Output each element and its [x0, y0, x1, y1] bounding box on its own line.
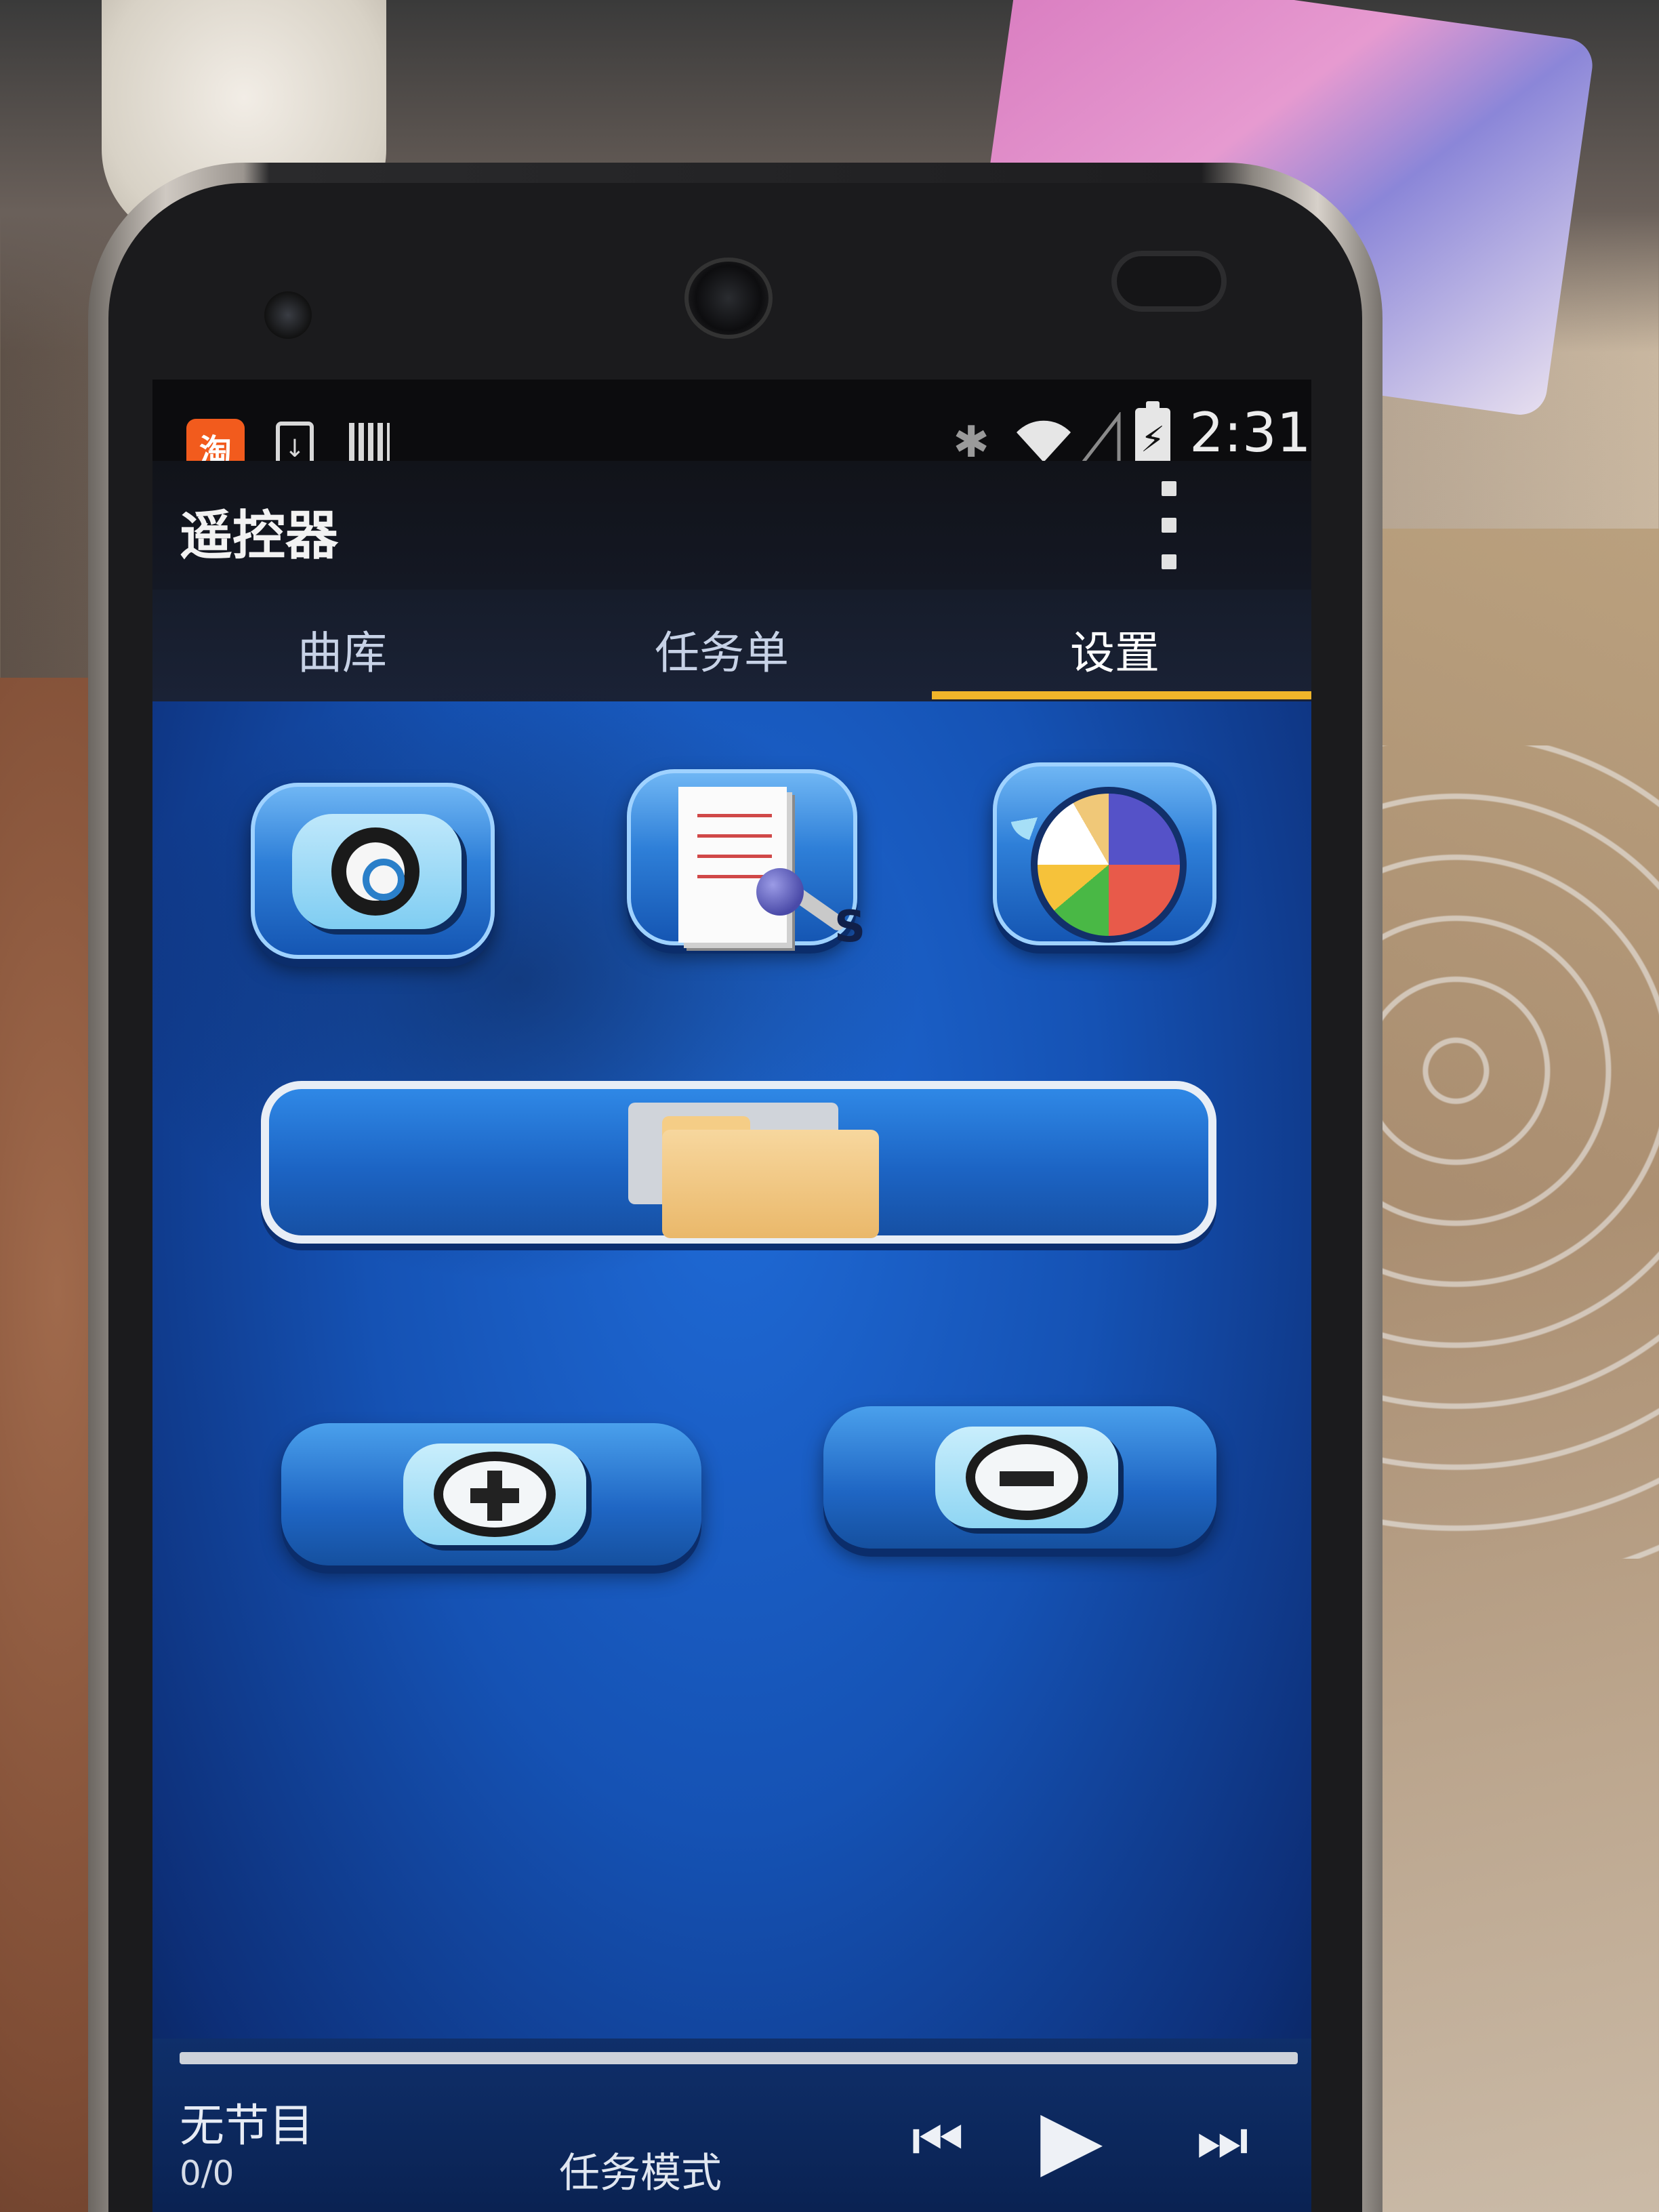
lyrics-button[interactable]: S: [627, 769, 865, 952]
pie-slice-icon: [1010, 794, 1065, 841]
action-bar: 遥控器: [152, 461, 1311, 590]
volume-up-knob: [403, 1443, 586, 1545]
power-icon: [331, 827, 419, 916]
now-playing-title: 无节目: [180, 2100, 314, 2152]
tab-task-list[interactable]: 任务单: [532, 617, 912, 682]
settings-panel: S 退出: [152, 674, 1311, 2212]
tab-library[interactable]: 曲库: [152, 617, 532, 682]
status-clock: 2:31: [1189, 401, 1311, 464]
play-mode-label[interactable]: 任务模式: [559, 2140, 722, 2199]
proximity-sensor: [1111, 251, 1227, 312]
playback-progress-bar[interactable]: [180, 2052, 1298, 2064]
power-button-face: [292, 814, 462, 929]
charging-bolt-icon: ⚡: [1140, 419, 1166, 460]
s-glyph-icon: S: [834, 902, 866, 952]
lyrics-document-microphone-icon: [678, 787, 787, 943]
background-cables: [1369, 745, 1659, 1559]
volume-down-button[interactable]: [823, 1406, 1216, 1549]
folder-button[interactable]: [261, 1081, 1216, 1244]
next-track-icon[interactable]: ⏭: [1196, 2106, 1248, 2175]
tab-selected-indicator: [932, 691, 1311, 699]
power-button[interactable]: [251, 783, 495, 959]
status-bar: 淘 ↓ ✱ ⚡ 2:31: [152, 380, 1311, 477]
now-playing-count: 0/0: [180, 2154, 234, 2193]
microphone-icon: [756, 868, 804, 916]
mini-player: 无节目 0/0 任务模式 ⏮ ▶ ⏭: [152, 2039, 1311, 2212]
overflow-menu-icon[interactable]: [1155, 481, 1183, 569]
front-camera: [684, 258, 773, 339]
phone-screen: 淘 ↓ ✱ ⚡ 2:31 遥控器 曲库 任务单 设置 S 无节目 0/0 任务模…: [152, 380, 1311, 2212]
volume-down-knob: [935, 1427, 1118, 1528]
light-sensor: [264, 291, 312, 339]
play-icon[interactable]: ▶: [1040, 2093, 1103, 2187]
minus-icon: [966, 1435, 1088, 1520]
tab-settings[interactable]: 设置: [925, 617, 1305, 682]
wifi-icon: [1013, 413, 1074, 468]
app-title: 遥控器: [180, 506, 339, 567]
folder-icon: [662, 1130, 879, 1238]
plus-icon: [434, 1452, 556, 1537]
tab-bar: 曲库 任务单 设置: [152, 590, 1311, 701]
statistics-button[interactable]: [993, 762, 1216, 945]
previous-track-icon[interactable]: ⏮: [912, 2106, 964, 2175]
volume-up-button[interactable]: [281, 1423, 701, 1565]
